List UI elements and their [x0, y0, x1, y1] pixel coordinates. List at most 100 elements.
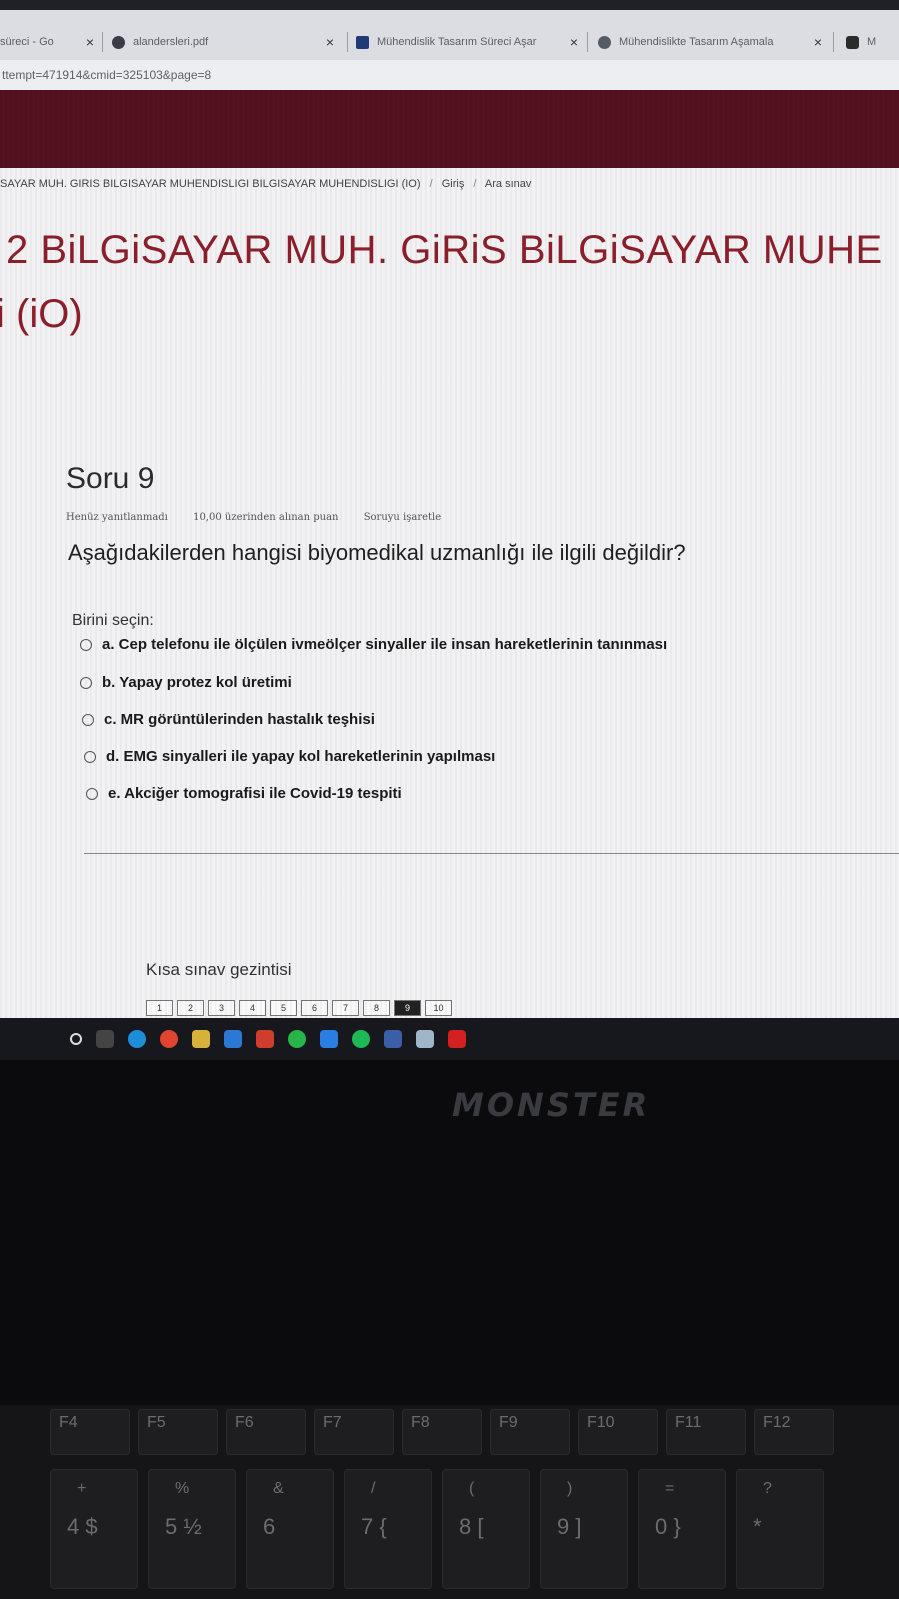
answer-option-b[interactable]: b. Yapay protez kol üretimi [80, 674, 292, 691]
whatsapp-icon[interactable] [288, 1030, 306, 1048]
tab-label: alandersleri.pdf [133, 36, 209, 48]
quiz-page-button[interactable]: 9 [394, 1000, 421, 1016]
breadcrumb: SAYAR MUH. GIRIS BILGISAYAR MUHENDISLIGI… [0, 178, 531, 190]
quiz-page-button[interactable]: 10 [425, 1000, 452, 1016]
function-key[interactable]: F11 [666, 1409, 746, 1455]
key-label: * [753, 1514, 762, 1539]
function-key[interactable]: F4 [50, 1409, 130, 1455]
function-key[interactable]: F9 [490, 1409, 570, 1455]
key-shift-label: ( [469, 1480, 475, 1497]
course-title: 2 BiLGiSAYAR MUH. GiRiS BiLGiSAYAR MUHE [6, 228, 883, 272]
option-label: b. Yapay protez kol üretimi [102, 674, 292, 691]
cube-icon[interactable] [416, 1030, 434, 1048]
key-label: 5 ½ [165, 1514, 202, 1539]
tab-separator [833, 32, 834, 52]
tab-4[interactable]: Mühendislikte Tasarım Aşamala × [598, 20, 830, 64]
function-key[interactable]: F8 [402, 1409, 482, 1455]
quiz-page-button[interactable]: 1 [146, 1000, 173, 1016]
option-label: c. MR görüntülerinden hastalık teşhisi [104, 711, 375, 728]
radio-button[interactable] [84, 750, 96, 763]
function-key[interactable]: F12 [754, 1409, 834, 1455]
app-icon[interactable] [384, 1030, 402, 1048]
key-label: F5 [147, 1414, 166, 1431]
key-label: F12 [763, 1414, 791, 1431]
question-text: Aşağıdakilerden hangisi biyomedikal uzma… [68, 540, 686, 565]
key-shift-label: % [175, 1480, 190, 1497]
radio-button[interactable] [80, 676, 92, 689]
breadcrumb-course[interactable]: SAYAR MUH. GIRIS BILGISAYAR MUHENDISLIGI… [0, 178, 421, 190]
answer-option-e[interactable]: e. Akciğer tomografisi ile Covid-19 tesp… [86, 785, 402, 802]
radio-button[interactable] [80, 638, 92, 651]
edge-icon[interactable] [128, 1030, 146, 1048]
close-icon[interactable]: × [814, 34, 822, 50]
mail-icon[interactable] [224, 1030, 242, 1048]
laptop-screen: süreci - Go × alandersleri.pdf × Mühendi… [0, 0, 899, 1060]
radio-button[interactable] [82, 713, 94, 726]
windows-taskbar [0, 1018, 899, 1060]
key-shift-label: + [77, 1480, 87, 1497]
breadcrumb-section[interactable]: Giriş [442, 178, 465, 190]
tab-separator [587, 32, 588, 52]
shield-icon [846, 35, 859, 49]
site-header-banner [0, 90, 899, 168]
task-view-icon[interactable] [96, 1030, 114, 1048]
choose-label: Birini seçin: [72, 612, 154, 629]
close-icon[interactable]: × [326, 34, 334, 50]
divider [84, 853, 899, 854]
quiz-page-button[interactable]: 5 [270, 1000, 297, 1016]
question-status: Henüz yanıtlanmadı [66, 512, 168, 523]
number-key[interactable]: % 5 ½ [148, 1469, 236, 1589]
function-key[interactable]: F6 [226, 1409, 306, 1455]
key-label: 9 ] [557, 1514, 582, 1539]
close-icon[interactable]: × [86, 34, 94, 50]
answer-option-c[interactable]: c. MR görüntülerinden hastalık teşhisi [82, 711, 375, 728]
radio-button[interactable] [86, 787, 98, 800]
number-key[interactable]: ? * [736, 1469, 824, 1589]
quiz-page-button[interactable]: 2 [177, 1000, 204, 1016]
function-key[interactable]: F7 [314, 1409, 394, 1455]
quiz-page-button[interactable]: 3 [208, 1000, 235, 1016]
key-label: 0 } [655, 1514, 681, 1539]
flag-question-link[interactable]: Soruyu işaretle [364, 512, 442, 523]
tab-1[interactable]: süreci - Go × [0, 20, 98, 64]
file-explorer-icon[interactable] [192, 1030, 210, 1048]
quiz-page-button[interactable]: 7 [332, 1000, 359, 1016]
close-icon[interactable]: × [570, 34, 578, 50]
todo-icon[interactable] [320, 1030, 338, 1048]
function-key[interactable]: F10 [578, 1409, 658, 1455]
t-logo-icon [356, 35, 369, 49]
breadcrumb-page[interactable]: Ara sınav [485, 178, 531, 190]
spotify-icon[interactable] [352, 1030, 370, 1048]
question-meta: Henüz yanıtlanmadı 10,00 üzerinden alına… [66, 512, 463, 523]
quiz-navigation-label: Kısa sınav gezintisi [146, 960, 292, 979]
quiz-page-button[interactable]: 4 [239, 1000, 266, 1016]
key-label: F11 [675, 1414, 702, 1431]
number-key[interactable]: (8 [ [442, 1469, 530, 1589]
option-label: d. EMG sinyalleri ile yapay kol hareketl… [106, 748, 496, 765]
number-key[interactable]: = 0 } [638, 1469, 726, 1589]
acrobat-icon[interactable] [448, 1030, 466, 1048]
course-subtitle: i (iO) [0, 292, 83, 336]
quiz-page-button[interactable]: 6 [301, 1000, 328, 1016]
address-bar[interactable]: ttempt=471914&cmid=325103&page=8 [0, 60, 899, 90]
answer-option-d[interactable]: d. EMG sinyalleri ile yapay kol hareketl… [84, 748, 495, 765]
function-key[interactable]: F5 [138, 1409, 218, 1455]
chrome-icon[interactable] [160, 1030, 178, 1048]
tab-label: Mühendislik Tasarım Süreci Aşar [377, 36, 537, 48]
answer-option-a[interactable]: a. Cep telefonu ile ölçülen ivmeölçer si… [80, 636, 667, 653]
office-icon[interactable] [256, 1030, 274, 1048]
quiz-page-button[interactable]: 8 [363, 1000, 390, 1016]
number-key[interactable]: & 6 [246, 1469, 334, 1589]
tab-3[interactable]: Mühendislik Tasarım Süreci Aşar × [356, 20, 584, 64]
option-label: e. Akciğer tomografisi ile Covid-19 tesp… [108, 785, 402, 802]
number-key[interactable]: ) 9 ] [540, 1469, 628, 1589]
number-key[interactable]: / 7 { [344, 1469, 432, 1589]
breadcrumb-separator: / [473, 178, 477, 190]
search-icon[interactable] [70, 1033, 82, 1045]
tab-separator [347, 32, 348, 52]
number-key[interactable]: +4 $ [50, 1469, 138, 1589]
key-shift-label: & [273, 1480, 284, 1497]
key-shift-label: / [371, 1480, 376, 1497]
tab-2[interactable]: alandersleri.pdf × [112, 20, 344, 64]
tab-5[interactable]: M [846, 20, 899, 64]
